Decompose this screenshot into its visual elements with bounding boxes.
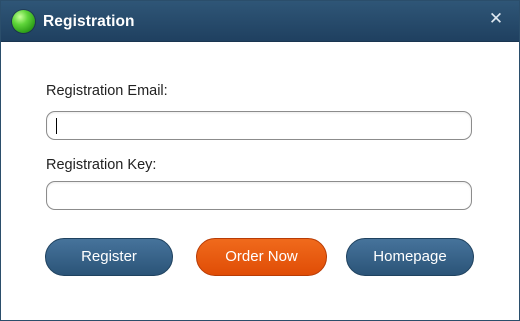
registration-key-label: Registration Key:	[46, 157, 157, 173]
close-icon[interactable]: ✕	[487, 10, 505, 28]
text-cursor	[56, 118, 57, 134]
registration-email-label: Registration Email:	[46, 83, 168, 99]
homepage-button[interactable]: Homepage	[346, 238, 474, 276]
dialog-title: Registration	[43, 13, 135, 30]
green-orb-icon	[12, 10, 35, 33]
registration-key-field[interactable]	[46, 181, 472, 210]
registration-dialog: Registration ✕ Registration Email: Regis…	[0, 0, 520, 321]
registration-email-field[interactable]	[46, 111, 472, 140]
order-now-button[interactable]: Order Now	[196, 238, 327, 276]
register-button[interactable]: Register	[45, 238, 173, 276]
title-bar[interactable]: Registration ✕	[1, 1, 519, 42]
